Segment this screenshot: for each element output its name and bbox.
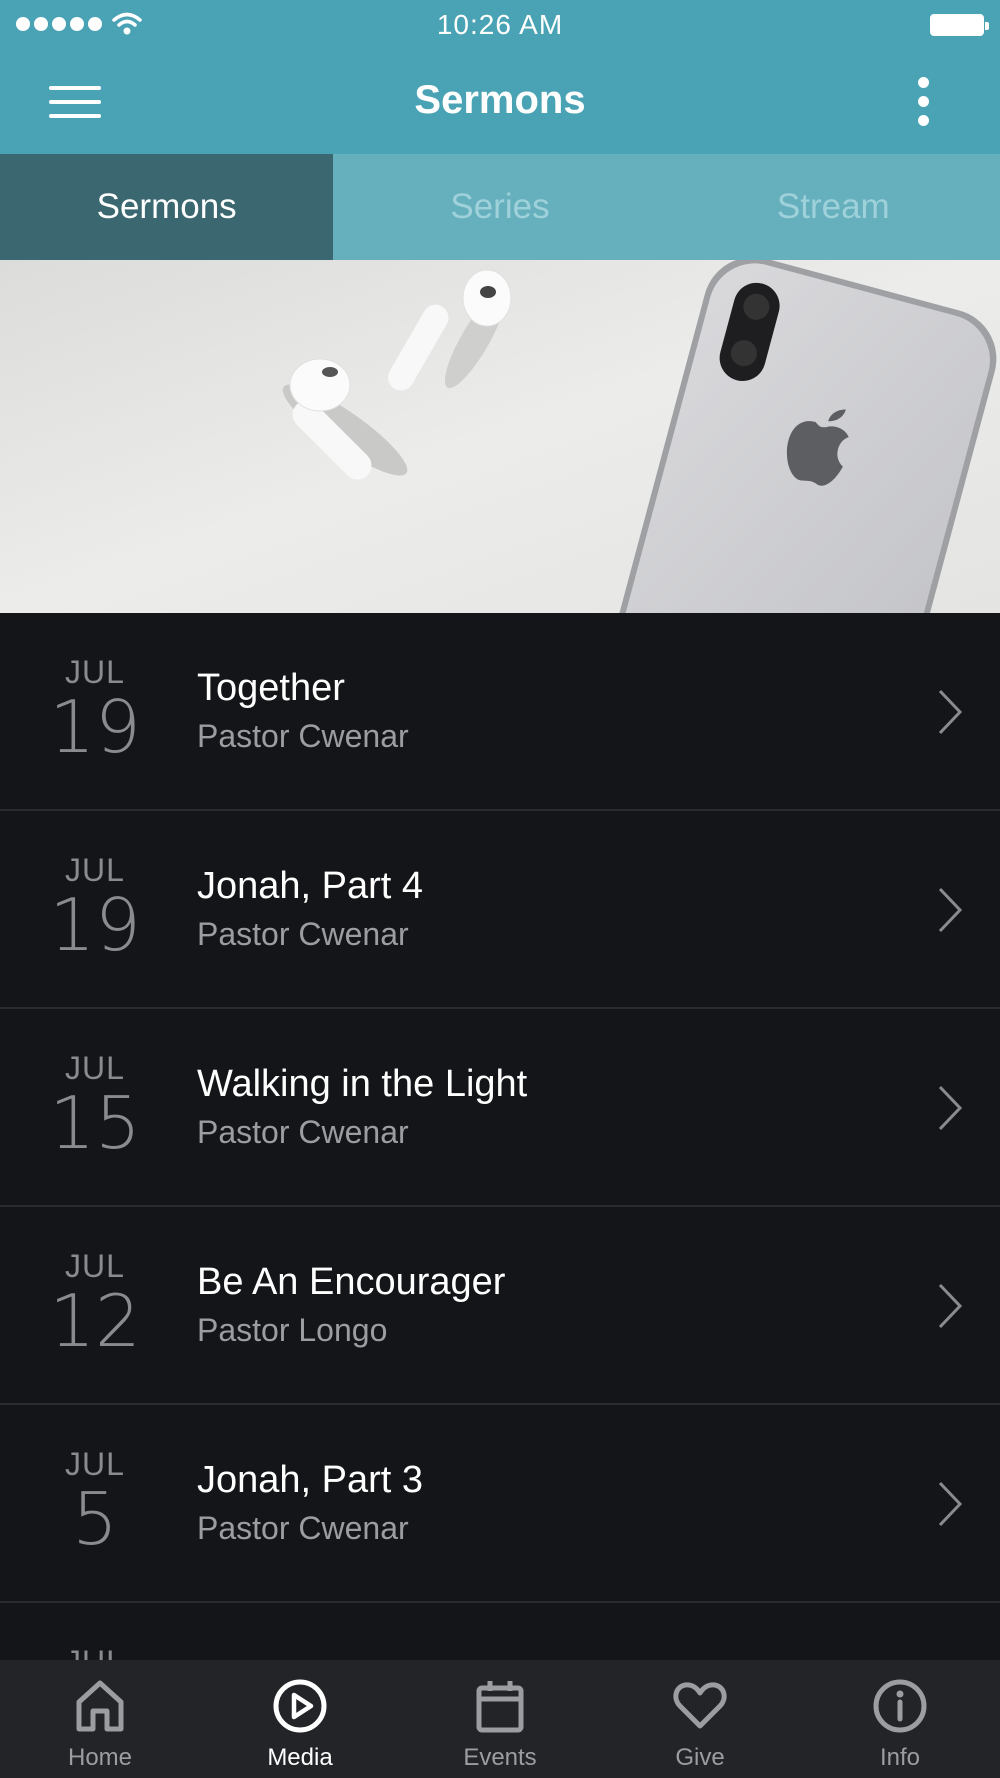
nav-events[interactable]: Events bbox=[400, 1660, 600, 1778]
chevron-right-icon bbox=[938, 1481, 963, 1527]
nav-media[interactable]: Media bbox=[200, 1660, 400, 1778]
date-day: 19 bbox=[49, 685, 141, 769]
date-month: JUL bbox=[65, 654, 125, 690]
list-item[interactable]: JUL 5 Jonah, Part 3 Pastor Cwenar bbox=[0, 1405, 1000, 1603]
date-month: JUL bbox=[65, 1050, 125, 1086]
play-circle-icon bbox=[273, 1679, 327, 1733]
nav-label: Home bbox=[67, 1744, 133, 1771]
sermon-title: Be An Encourager bbox=[197, 1261, 506, 1303]
sermon-title: Together bbox=[197, 667, 345, 709]
date-month: JUL bbox=[40, 1645, 150, 1660]
list-item[interactable]: JUL 19 Jonah, Part 4 Pastor Cwenar bbox=[0, 811, 1000, 1009]
home-icon bbox=[76, 1680, 124, 1732]
date-month: JUL bbox=[65, 852, 125, 888]
nav-label: Events bbox=[463, 1744, 537, 1771]
sermon-date: JUL 19 bbox=[40, 655, 150, 765]
tab-series[interactable]: Series bbox=[333, 154, 666, 260]
nav-label: Media bbox=[267, 1744, 333, 1771]
status-bar: 10:26 AM bbox=[0, 0, 1000, 50]
chevron-right-icon bbox=[938, 887, 963, 933]
sermon-date: JUL 5 bbox=[40, 1447, 150, 1557]
nav-label: Info bbox=[879, 1744, 921, 1771]
sermon-title: Jonah, Part 4 bbox=[197, 865, 424, 907]
sermon-date: JUL 15 bbox=[40, 1051, 150, 1161]
sermon-date: JUL 12 bbox=[40, 1249, 150, 1359]
date-day: 5 bbox=[72, 1477, 118, 1561]
date-month: JUL bbox=[65, 1446, 125, 1482]
list-item[interactable]: JUL 12 Be An Encourager Pastor Longo bbox=[0, 1207, 1000, 1405]
list-item[interactable]: JUL bbox=[0, 1603, 1000, 1660]
more-options-icon[interactable] bbox=[910, 72, 940, 132]
calendar-icon bbox=[476, 1681, 524, 1733]
nav-label: Give bbox=[675, 1744, 725, 1771]
sermon-title: Walking in the Light bbox=[197, 1063, 528, 1105]
page-title: Sermons bbox=[414, 78, 586, 122]
hero-banner-image bbox=[0, 260, 1000, 613]
sermon-speaker: Pastor Cwenar bbox=[197, 916, 409, 952]
date-day: 15 bbox=[49, 1081, 141, 1165]
nav-give[interactable]: Give bbox=[600, 1660, 800, 1778]
battery-icon bbox=[930, 14, 989, 36]
chevron-right-icon bbox=[938, 1085, 963, 1131]
info-icon bbox=[873, 1679, 927, 1733]
chevron-right-icon bbox=[938, 1283, 963, 1329]
sermon-date: JUL bbox=[40, 1645, 150, 1660]
bottom-nav: Home Media Events Give Info bbox=[0, 1660, 1000, 1778]
tab-stream[interactable]: Stream bbox=[667, 154, 1000, 260]
nav-info[interactable]: Info bbox=[800, 1660, 1000, 1778]
sermon-title: Jonah, Part 3 bbox=[197, 1459, 424, 1501]
nav-home[interactable]: Home bbox=[0, 1660, 200, 1778]
media-tabs: Sermons Series Stream bbox=[0, 154, 1000, 260]
heart-icon bbox=[673, 1682, 727, 1729]
list-item[interactable]: JUL 15 Walking in the Light Pastor Cwena… bbox=[0, 1009, 1000, 1207]
tab-sermons[interactable]: Sermons bbox=[0, 154, 334, 260]
sermon-list: JUL 19 Together Pastor Cwenar JUL 19 Jon… bbox=[0, 613, 1000, 1660]
sermon-speaker: Pastor Cwenar bbox=[197, 1114, 409, 1150]
status-time: 10:26 AM bbox=[436, 9, 564, 40]
date-month: JUL bbox=[65, 1248, 125, 1284]
chevron-right-icon bbox=[938, 689, 963, 735]
sermon-speaker: Pastor Longo bbox=[197, 1312, 388, 1348]
sermon-speaker: Pastor Cwenar bbox=[197, 1510, 409, 1546]
sermon-speaker: Pastor Cwenar bbox=[197, 718, 409, 754]
sermon-date: JUL 19 bbox=[40, 853, 150, 963]
date-day: 12 bbox=[49, 1279, 141, 1363]
date-day: 19 bbox=[49, 883, 141, 967]
app-header: Sermons bbox=[0, 50, 1000, 154]
list-item[interactable]: JUL 19 Together Pastor Cwenar bbox=[0, 613, 1000, 811]
